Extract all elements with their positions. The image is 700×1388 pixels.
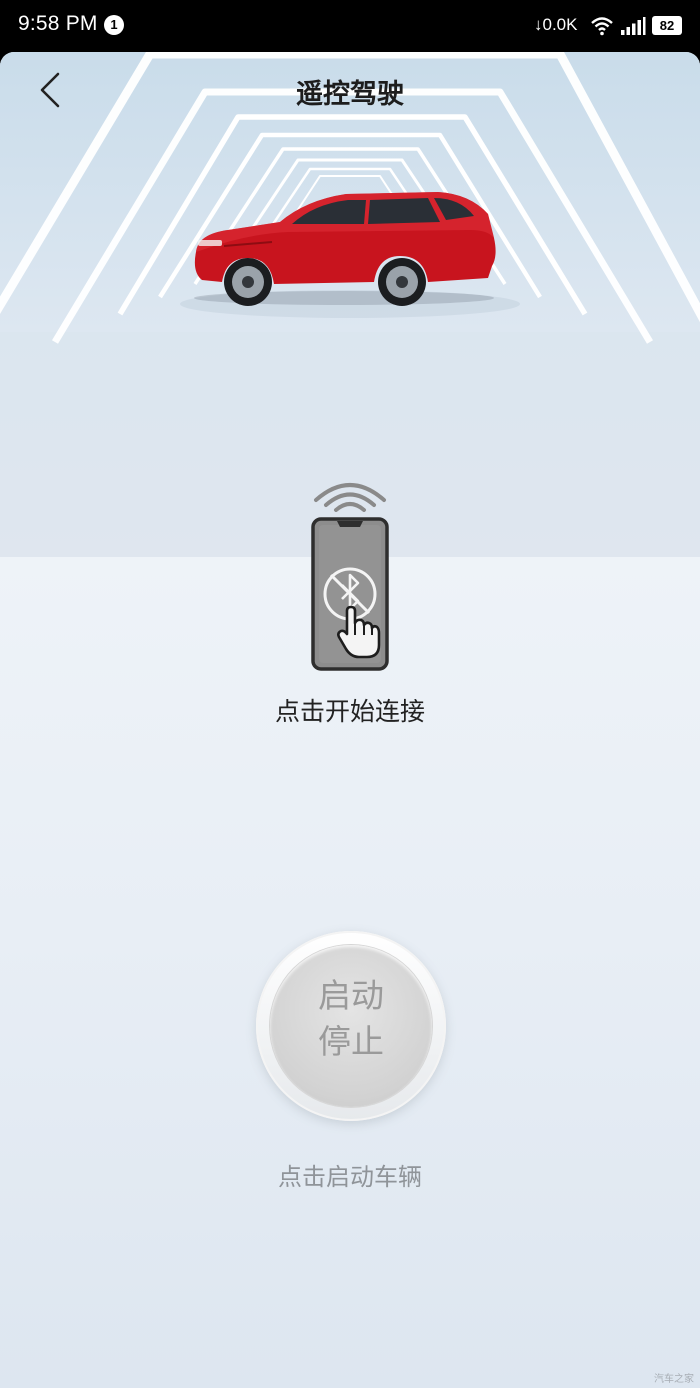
remote-drive-screen: 遥控驾驶 点击开始连接 启动 停止 点击启动车辆 汽车之家	[0, 52, 700, 1388]
bluetooth-connect-button[interactable]	[300, 472, 400, 672]
notification-badge: 1	[104, 15, 124, 35]
start-label: 启动	[318, 976, 384, 1015]
battery-indicator: 82	[652, 16, 682, 35]
phone-bluetooth-icon	[311, 517, 389, 671]
page-title: 遥控驾驶	[296, 79, 404, 110]
start-stop-button-face: 启动 停止	[270, 945, 432, 1107]
start-hint: 点击启动车辆	[278, 1163, 422, 1191]
status-time: 9:58 PM	[18, 12, 98, 35]
wireless-waves-icon	[314, 483, 386, 512]
connect-label: 点击开始连接	[274, 697, 425, 726]
start-stop-label: 启动 停止	[270, 973, 432, 1065]
wifi-icon	[591, 17, 613, 36]
status-bar: 9:58 PM 1 ↓0.0K 82	[0, 0, 700, 52]
stop-label: 停止	[318, 1022, 384, 1061]
cell-signal-icon	[621, 17, 646, 35]
start-stop-button[interactable]: 启动 停止	[256, 931, 446, 1121]
car-image	[194, 192, 496, 306]
watermark: 汽车之家	[654, 1374, 694, 1385]
network-speed: ↓0.0K	[534, 15, 578, 34]
